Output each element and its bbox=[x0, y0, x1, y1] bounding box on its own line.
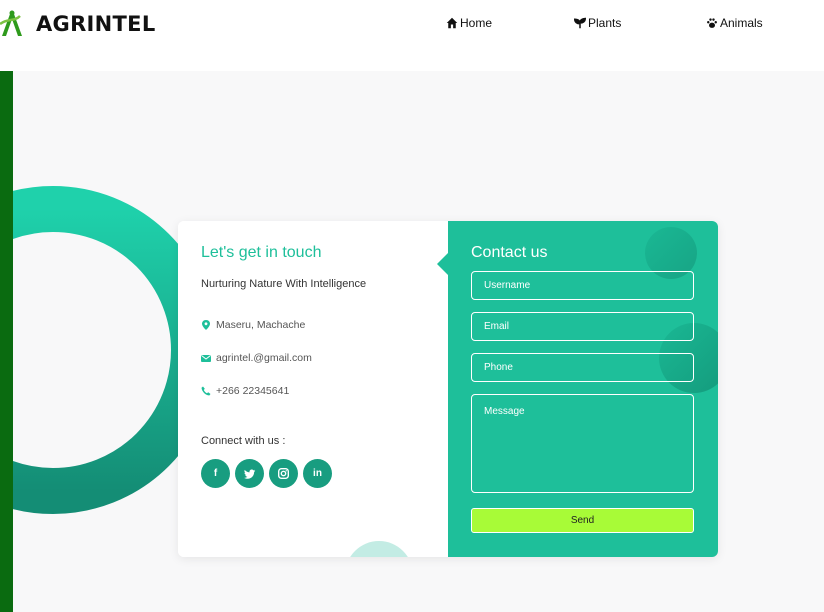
social-links: f in bbox=[201, 459, 332, 488]
nav-plants[interactable]: Plants bbox=[574, 16, 621, 30]
nav-animals-label: Animals bbox=[720, 16, 763, 30]
username-field[interactable]: Username bbox=[471, 271, 694, 300]
phone-icon bbox=[201, 386, 211, 396]
nav-plants-label: Plants bbox=[588, 16, 622, 30]
envelope-icon bbox=[201, 355, 211, 362]
contact-form-panel: Contact us Username Email Phone Message … bbox=[448, 221, 718, 557]
nav-home-label: Home bbox=[460, 16, 493, 30]
facebook-icon[interactable]: f bbox=[201, 459, 230, 488]
contact-form-title: Contact us bbox=[471, 244, 548, 261]
phone-text: +266 22345641 bbox=[216, 385, 290, 397]
paw-icon bbox=[707, 18, 717, 28]
side-accent-bar bbox=[0, 71, 13, 612]
email-text: agrintel.@gmail.com bbox=[216, 352, 312, 364]
nav-animals[interactable]: Animals bbox=[706, 16, 763, 30]
phone-placeholder: Phone bbox=[484, 362, 513, 373]
address-text: Maseru, Machache bbox=[216, 319, 306, 331]
logo-icon[interactable] bbox=[0, 8, 24, 40]
contact-info-title: Let's get in touch bbox=[201, 244, 322, 261]
linkedin-icon[interactable]: in bbox=[303, 459, 332, 488]
main-content: Let's get in touch Nurturing Nature With… bbox=[0, 71, 824, 612]
twitter-icon[interactable] bbox=[235, 459, 264, 488]
seedling-icon bbox=[574, 17, 586, 29]
contact-info-panel: Let's get in touch Nurturing Nature With… bbox=[178, 221, 448, 557]
email-field[interactable]: Email bbox=[471, 312, 694, 341]
contact-info-subtitle: Nurturing Nature With Intelligence bbox=[201, 278, 367, 290]
email-placeholder: Email bbox=[484, 321, 510, 332]
location-icon bbox=[202, 320, 210, 330]
phone-row: +266 22345641 bbox=[201, 385, 289, 397]
brand-name[interactable]: AGRINTEL bbox=[36, 12, 156, 36]
address-row: Maseru, Machache bbox=[201, 319, 305, 331]
home-icon bbox=[446, 17, 458, 29]
header: AGRINTEL Home Plants Animals bbox=[0, 0, 824, 71]
decorative-circle bbox=[345, 541, 413, 557]
nav-home[interactable]: Home bbox=[446, 16, 492, 30]
username-placeholder: Username bbox=[484, 280, 531, 291]
contact-card: Let's get in touch Nurturing Nature With… bbox=[178, 221, 718, 557]
send-button[interactable]: Send bbox=[471, 508, 694, 533]
phone-field[interactable]: Phone bbox=[471, 353, 694, 382]
instagram-icon[interactable] bbox=[269, 459, 298, 488]
message-placeholder: Message bbox=[484, 406, 525, 417]
connect-label: Connect with us : bbox=[201, 435, 286, 447]
card-notch bbox=[437, 253, 448, 275]
message-field[interactable]: Message bbox=[471, 394, 694, 493]
email-row: agrintel.@gmail.com bbox=[201, 352, 312, 364]
